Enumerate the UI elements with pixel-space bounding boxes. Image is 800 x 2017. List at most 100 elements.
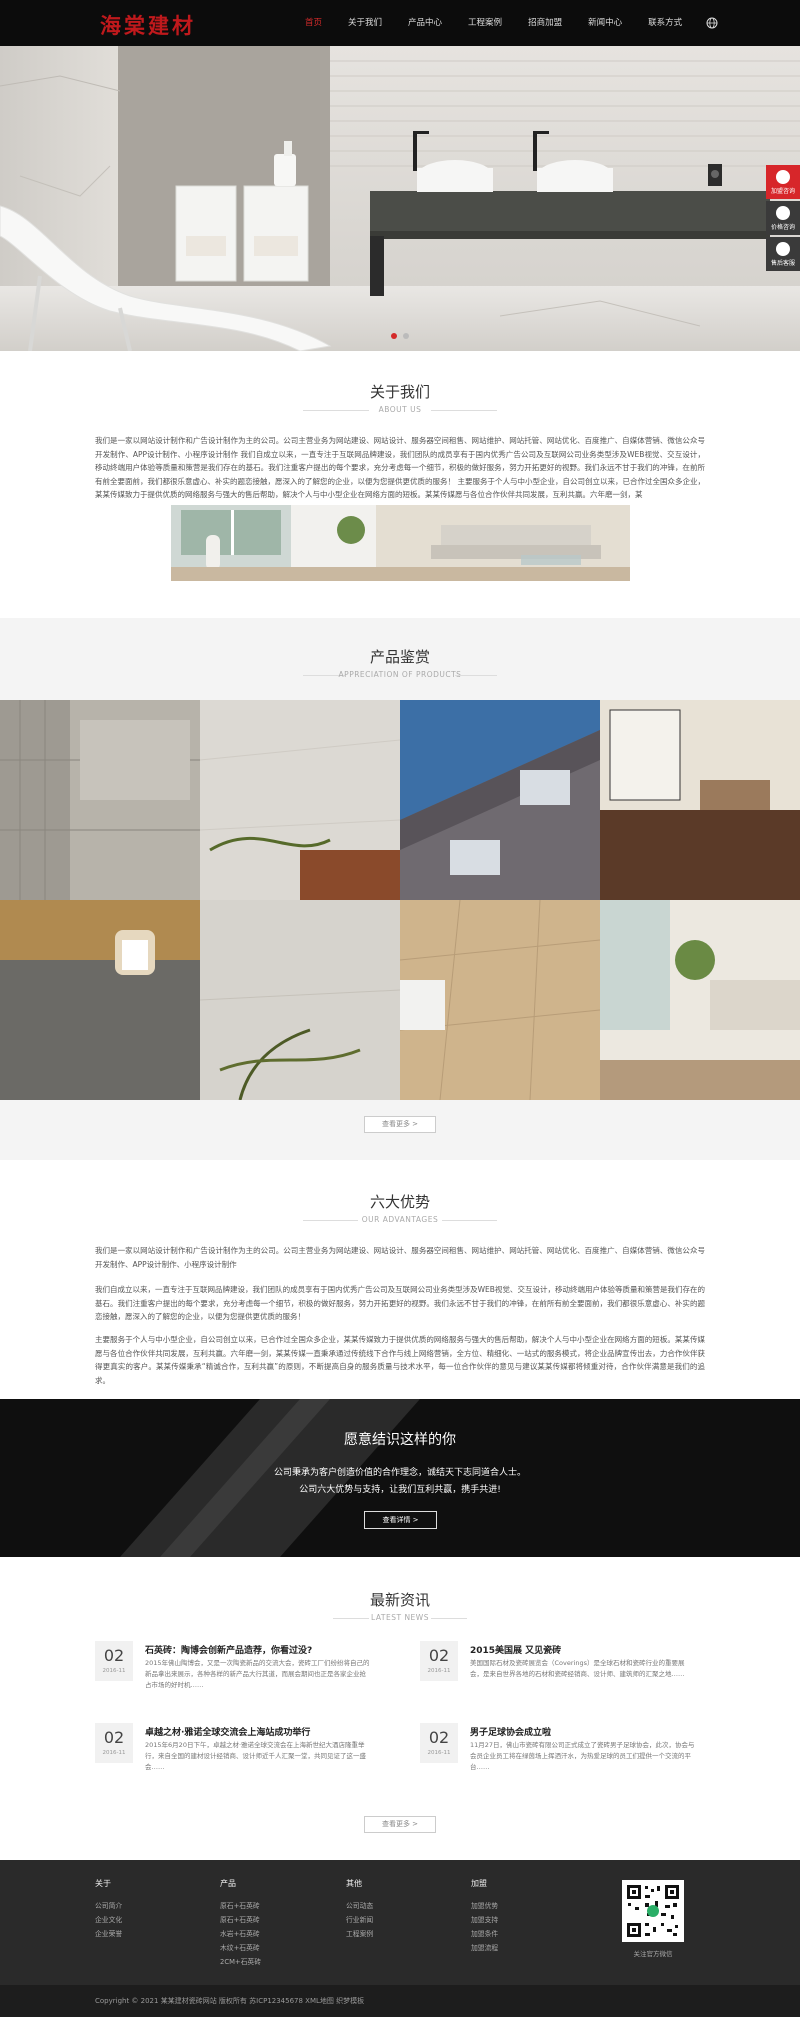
footer-col-franchise: 加盟 加盟优势 加盟支持 加盟条件 加盟流程 <box>471 1878 498 1955</box>
hero-banner[interactable] <box>0 46 800 351</box>
footer-link[interactable]: 原石+石英砖 <box>220 1899 261 1913</box>
footer-link[interactable]: 工程案例 <box>346 1927 373 1941</box>
advantages-paragraph-1: 我们是一家以网站设计制作和广告设计制作为主的公司。公司主营业务为网站建设、网站设… <box>95 1246 705 1269</box>
slider-dot-1[interactable] <box>391 333 397 339</box>
footer-link[interactable]: 水岩+石英砖 <box>220 1927 261 1941</box>
chat-icon <box>776 206 790 220</box>
franchise-consult-button[interactable]: 加盟咨询 <box>766 165 800 199</box>
nav-item-products[interactable]: 产品中心 <box>395 0 455 46</box>
news-divider-right <box>431 1618 467 1619</box>
footer-heading: 产品 <box>220 1879 236 1888</box>
qr-label: 关注官方微信 <box>633 1950 673 1958</box>
footer-link[interactable]: 企业荣誉 <box>95 1927 122 1941</box>
nav-item-about[interactable]: 关于我们 <box>335 0 395 46</box>
product-tile-7[interactable] <box>400 900 600 1100</box>
side-toolbar: 加盟咨询 价格咨询 售后客服 <box>766 165 800 273</box>
footer-link[interactable]: 公司动态 <box>346 1899 373 1913</box>
news-date: 02 2016-11 <box>420 1641 458 1681</box>
product-tile-3[interactable] <box>400 700 600 900</box>
footer-heading: 加盟 <box>471 1879 487 1888</box>
news-yearmonth: 2016-11 <box>427 1668 451 1674</box>
news-day: 02 <box>428 1728 450 1747</box>
product-tile-2[interactable] <box>200 700 400 900</box>
news-title-link[interactable]: 石英砖：陶博会创新产品造荐，你看过没? <box>145 1643 312 1656</box>
main-nav: 首页 关于我们 产品中心 工程案例 招商加盟 新闻中心 联系方式 <box>292 0 718 46</box>
product-tile-5[interactable] <box>0 900 200 1100</box>
news-summary: 2015年6月20日下午，卓越之材·雅诺全球交流会在上海新世纪大酒店隆重举行，来… <box>145 1741 366 1771</box>
news-item[interactable]: 02 2016-11 石英砖：陶博会创新产品造荐，你看过没? 2015年佛山陶博会… <box>95 1641 405 1711</box>
footer-link[interactable]: 加盟支持 <box>471 1913 498 1927</box>
about-divider-right <box>431 410 497 411</box>
products-divider-right <box>455 675 497 676</box>
news-title: 最新资讯 <box>369 1591 430 1609</box>
advantages-paragraph-2: 我们自成立以来，一直专注于互联网品牌建设，我们团队的成员享有于国内优秀广告公司及… <box>95 1285 705 1321</box>
advantages-subtitle: OUR ADVANTAGES <box>361 1215 439 1224</box>
footer-link[interactable]: 行业新闻 <box>346 1913 373 1927</box>
banner-background-image <box>120 1399 420 1557</box>
nav-item-cases[interactable]: 工程案例 <box>455 0 515 46</box>
footer-link[interactable]: 企业文化 <box>95 1913 122 1927</box>
slider-dot-2[interactable] <box>403 333 409 339</box>
site-logo[interactable]: 海棠建材 <box>100 10 196 40</box>
about-title: 关于我们 <box>369 383 430 401</box>
footer-col-products: 产品 原石+石英砖 原石+石英砖 水岩+石英砖 木纹+石英砖 2CM+石英砖 <box>220 1878 261 1969</box>
product-tile-1[interactable] <box>0 700 200 900</box>
news-date: 02 2016-11 <box>95 1641 133 1681</box>
service-icon <box>776 242 790 256</box>
about-living-room-image <box>171 505 630 581</box>
products-title: 产品鉴赏 <box>369 648 430 666</box>
news-item[interactable]: 02 2016-11 2015美国展 又见瓷砖 美国国际石材及瓷砖展览会（Cove… <box>420 1641 730 1711</box>
products-more-button[interactable]: 查看更多 > <box>364 1116 436 1133</box>
news-day: 02 <box>103 1646 125 1665</box>
news-day: 02 <box>103 1728 125 1747</box>
footer-link[interactable]: 2CM+石英砖 <box>220 1955 261 1969</box>
banner-detail-button[interactable]: 查看详情 > <box>364 1511 437 1529</box>
about-subtitle: ABOUT US <box>378 405 422 414</box>
news-title-link[interactable]: 2015美国展 又见瓷砖 <box>470 1643 561 1656</box>
qq-icon <box>776 170 790 184</box>
site-header: 海棠建材 首页 关于我们 产品中心 工程案例 招商加盟 新闻中心 联系方式 <box>0 0 800 46</box>
recruit-banner: 愿意结识这样的你 公司秉承为客户创造价值的合作理念，诚结天下志同道合人士。 公司… <box>0 1399 800 1557</box>
after-sales-button[interactable]: 售后客服 <box>766 237 800 271</box>
nav-item-franchise[interactable]: 招商加盟 <box>515 0 575 46</box>
product-tile-8[interactable] <box>600 900 800 1100</box>
news-title-link[interactable]: 卓越之材·雅诺全球交流会上海站成功举行 <box>145 1725 310 1738</box>
price-consult-label: 价格咨询 <box>770 224 795 231</box>
news-subtitle: LATEST NEWS <box>371 1613 429 1622</box>
footer-link[interactable]: 加盟流程 <box>471 1941 498 1955</box>
nav-item-contact[interactable]: 联系方式 <box>635 0 695 46</box>
copyright-text: Copyright © 2021 某某建材瓷砖网站 版权所有 苏ICP12345… <box>95 1997 365 2005</box>
news-date: 02 2016-11 <box>420 1723 458 1763</box>
banner-line-1: 公司秉承为客户创造价值的合作理念，诚结天下志同道合人士。 <box>273 1468 526 1478</box>
news-yearmonth: 2016-11 <box>102 1668 126 1674</box>
news-item[interactable]: 02 2016-11 男子足球协会成立啦 11月27日，佛山市瓷砖有限公司正式成立… <box>420 1723 730 1793</box>
footer-link[interactable]: 加盟优势 <box>471 1899 498 1913</box>
advantages-divider-right <box>442 1220 497 1221</box>
news-yearmonth: 2016-11 <box>427 1750 451 1756</box>
copyright-bar: Copyright © 2021 某某建材瓷砖网站 版权所有 苏ICP12345… <box>0 1985 800 2017</box>
wechat-qr-code <box>622 1880 684 1942</box>
news-date: 02 2016-11 <box>95 1723 133 1763</box>
news-summary: 2015年佛山陶博会，又是一次陶瓷新品的交流大会，瓷砖工厂们纷纷将自己的新品拿出… <box>145 1659 370 1689</box>
price-consult-button[interactable]: 价格咨询 <box>766 201 800 235</box>
news-item[interactable]: 02 2016-11 卓越之材·雅诺全球交流会上海站成功举行 2015年6月20日… <box>95 1723 405 1793</box>
footer-heading: 其他 <box>346 1879 362 1888</box>
franchise-consult-label: 加盟咨询 <box>770 188 795 195</box>
footer-link[interactable]: 原石+石英砖 <box>220 1913 261 1927</box>
news-summary: 美国国际石材及瓷砖展览会（Coverings）是全球石材和瓷砖行业的重要展会，是… <box>470 1659 685 1678</box>
nav-item-news[interactable]: 新闻中心 <box>575 0 635 46</box>
news-more-button[interactable]: 查看更多 > <box>364 1816 436 1833</box>
footer-link[interactable]: 公司简介 <box>95 1899 122 1913</box>
footer-col-other: 其他 公司动态 行业新闻 工程案例 <box>346 1878 373 1941</box>
news-title-link[interactable]: 男子足球协会成立啦 <box>470 1725 551 1738</box>
advantages-title: 六大优势 <box>369 1193 430 1211</box>
nav-item-home[interactable]: 首页 <box>292 0 335 46</box>
language-globe-icon[interactable] <box>705 0 718 46</box>
footer-link[interactable]: 加盟条件 <box>471 1927 498 1941</box>
about-text: 我们是一家以网站设计制作和广告设计制作为主的公司。公司主营业务为网站建设、网站设… <box>95 436 705 499</box>
footer-link[interactable]: 木纹+石英砖 <box>220 1941 261 1955</box>
news-day: 02 <box>428 1646 450 1665</box>
news-yearmonth: 2016-11 <box>102 1750 126 1756</box>
product-tile-4[interactable] <box>600 700 800 900</box>
product-tile-6[interactable] <box>200 900 400 1100</box>
